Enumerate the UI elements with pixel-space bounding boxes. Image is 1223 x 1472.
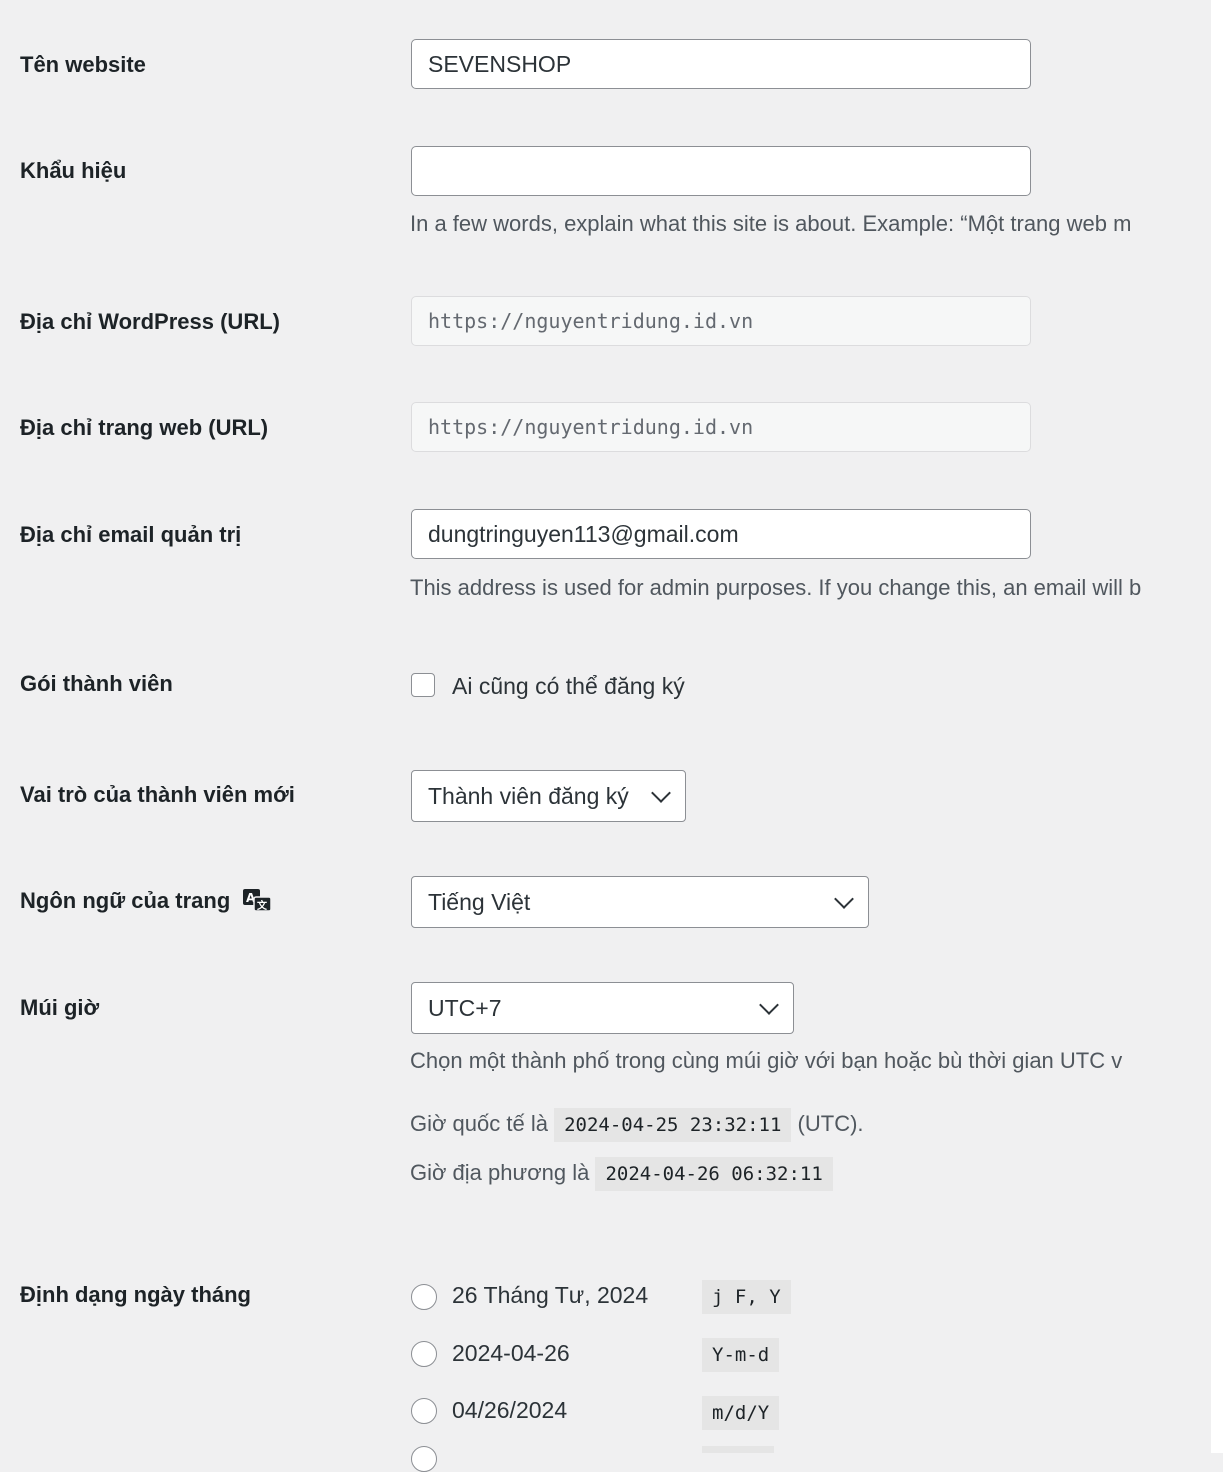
utc-time-prefix: Giờ quốc tế là [410, 1111, 548, 1136]
local-time-value: 2024-04-26 06:32:11 [595, 1157, 833, 1191]
timezone-description: Chọn một thành phố trong cùng múi giờ vớ… [410, 1048, 1123, 1073]
general-settings-form: Tên website SEVENSHOP Khẩu hiệu In a few… [0, 0, 1223, 1472]
tagline-description: In a few words, explain what this site i… [410, 211, 1132, 236]
wp-url-input[interactable]: https://nguyentridung.id.vn [411, 296, 1031, 346]
site-language-select[interactable]: Tiếng Việt [411, 876, 869, 928]
admin-email-label: Địa chỉ email quản trị [20, 522, 242, 547]
timezone-select[interactable]: UTC+7 [411, 982, 794, 1034]
membership-label: Gói thành viên [20, 671, 173, 696]
tagline-input[interactable] [411, 146, 1031, 196]
site-title-input[interactable]: SEVENSHOP [411, 39, 1031, 89]
timezone-label: Múi giờ [20, 995, 100, 1020]
utc-time-line: Giờ quốc tế là 2024-04-25 23:32:11 (UTC)… [410, 1108, 864, 1142]
membership-checkbox-label[interactable]: Ai cũng có thể đăng ký [452, 673, 685, 700]
utc-time-suffix: (UTC). [797, 1111, 864, 1136]
date-format-radio[interactable] [411, 1284, 437, 1310]
date-format-code: j F, Y [702, 1280, 791, 1314]
local-time-prefix: Giờ địa phương là [410, 1160, 590, 1185]
chevron-down-icon [834, 889, 854, 909]
date-format-code: Y-m-d [702, 1338, 780, 1372]
date-format-option-text[interactable]: 2024-04-26 [452, 1340, 570, 1367]
site-language-selected: Tiếng Việt [428, 889, 531, 915]
site-language-label-text: Ngôn ngữ của trang [20, 888, 231, 913]
default-role-selected: Thành viên đăng ký [428, 783, 629, 809]
date-format-code: m/d/Y [702, 1396, 780, 1430]
chevron-down-icon [759, 995, 779, 1015]
admin-email-input[interactable]: dungtringuyen113@gmail.com [411, 509, 1031, 559]
site-title-label: Tên website [20, 52, 146, 77]
chevron-down-icon [651, 783, 671, 803]
timezone-selected: UTC+7 [428, 995, 502, 1021]
default-role-label: Vai trò của thành viên mới [20, 782, 295, 807]
date-format-radio[interactable] [411, 1446, 437, 1472]
date-format-radio[interactable] [411, 1398, 437, 1424]
svg-text:文: 文 [257, 899, 268, 912]
local-time-line: Giờ địa phương là 2024-04-26 06:32:11 [410, 1157, 833, 1191]
translation-icon: A 文 [243, 889, 273, 912]
date-format-label: Định dạng ngày tháng [20, 1282, 251, 1307]
default-role-select[interactable]: Thành viên đăng ký [411, 770, 686, 822]
site-url-input[interactable]: https://nguyentridung.id.vn [411, 402, 1031, 452]
site-language-label: Ngôn ngữ của trang A 文 [20, 888, 273, 914]
admin-email-description: This address is used for admin purposes.… [410, 575, 1142, 600]
date-format-code-partial [702, 1446, 774, 1453]
page-edge [1211, 0, 1223, 1453]
date-format-option-text[interactable]: 04/26/2024 [452, 1397, 567, 1424]
tagline-label: Khẩu hiệu [20, 158, 127, 183]
date-format-radio[interactable] [411, 1341, 437, 1367]
date-format-option-text[interactable]: 26 Tháng Tư, 2024 [452, 1282, 648, 1309]
membership-checkbox[interactable] [411, 673, 435, 697]
utc-time-value: 2024-04-25 23:32:11 [554, 1108, 792, 1142]
wp-url-label: Địa chỉ WordPress (URL) [20, 309, 280, 334]
site-url-label: Địa chỉ trang web (URL) [20, 415, 269, 440]
